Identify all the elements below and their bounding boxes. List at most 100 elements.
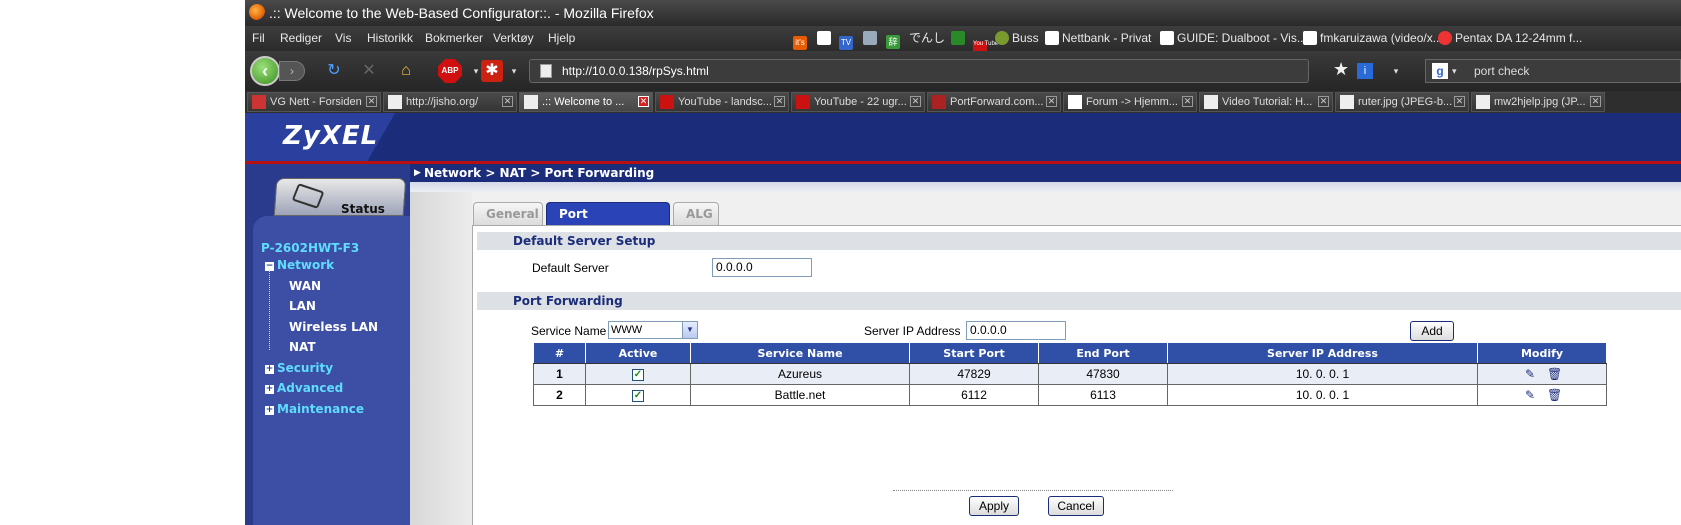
bookmark-star-icon[interactable]: ★ <box>1333 59 1349 80</box>
forward-button[interactable]: › <box>279 61 305 81</box>
menu-rediger[interactable]: Rediger <box>280 26 322 51</box>
tab-port-forwarding[interactable]: Port Forwarding <box>546 202 670 243</box>
expand-icon: + <box>265 405 274 415</box>
edit-icon[interactable]: ✎ <box>1523 388 1537 402</box>
bookmark-youtube[interactable]: You Tube <box>973 26 998 55</box>
bookmark-fmkaruizawa[interactable]: fmkaruizawa (video/x... <box>1303 26 1443 51</box>
browser-tab[interactable]: VG Nett - Forsiden ✕ <box>247 92 381 112</box>
row-end-port: 6113 <box>1038 384 1168 406</box>
window-title-bar: .:: Welcome to the Web-Based Configurato… <box>245 0 1681 26</box>
sidebar-item-lan[interactable]: LAN <box>289 299 316 313</box>
reload-icon[interactable]: ↻ <box>323 60 345 82</box>
tab-alg[interactable]: ALG <box>673 202 719 225</box>
chevron-down-icon[interactable]: ▼ <box>682 322 697 338</box>
home-icon[interactable]: ⌂ <box>395 60 417 82</box>
bookmark-monitor[interactable] <box>863 26 880 51</box>
menu-hjelp[interactable]: Hjelp <box>548 26 575 51</box>
browser-tab[interactable]: ruter.jpg (JPEG-b... ✕ <box>1335 92 1469 112</box>
url-bar[interactable]: http://10.0.0.138/rpSys.html <box>529 59 1309 83</box>
status-label[interactable]: Status <box>341 202 385 216</box>
close-icon[interactable]: ✕ <box>1454 96 1465 107</box>
sidebar-item-security[interactable]: + Security <box>265 361 333 375</box>
bookmark-its[interactable]: it's <box>793 26 810 51</box>
close-icon[interactable]: ✕ <box>502 96 513 107</box>
forum-icon <box>1068 95 1082 109</box>
menu-verktoy[interactable]: Verktøy <box>493 26 534 51</box>
close-icon[interactable]: ✕ <box>1046 96 1057 107</box>
column-header-server-ip: Server IP Address <box>1167 342 1478 364</box>
sidebar-item-wan[interactable]: WAN <box>289 279 321 293</box>
bookmark-pentax[interactable]: Pentax DA 12-24mm f... <box>1438 26 1582 51</box>
row-modify-cell: ✎ 🗑 <box>1477 384 1607 406</box>
close-icon[interactable]: ✕ <box>1318 96 1329 107</box>
browser-tab[interactable]: http://jisho.org/✕ <box>383 92 517 112</box>
sidebar-item-nat[interactable]: NAT <box>289 340 316 354</box>
chevron-down-icon[interactable]: ▾ <box>503 60 525 82</box>
browser-tab[interactable]: YouTube - landsc... ✕ <box>655 92 789 112</box>
bookmark-tv[interactable]: TV <box>839 26 856 51</box>
form-divider <box>893 490 1173 491</box>
row-server-ip: 10. 0. 0. 1 <box>1167 384 1478 406</box>
server-ip-input[interactable]: 0.0.0.0 <box>966 321 1066 340</box>
tab-general[interactable]: General <box>473 202 543 225</box>
sidebar-item-advanced[interactable]: + Advanced <box>265 381 343 395</box>
row-server-ip: 10. 0. 0. 1 <box>1167 363 1478 385</box>
table-row: 1 ✓ Azureus 47829 47830 10. 0. 0. 1 ✎ 🗑 <box>533 363 1607 385</box>
menu-historikk[interactable]: Historikk <box>367 26 413 51</box>
active-checkbox[interactable]: ✓ <box>632 389 644 402</box>
status-button[interactable] <box>273 178 407 216</box>
chevron-down-icon[interactable]: ▾ <box>1385 60 1407 82</box>
browser-tab-active[interactable]: .:: Welcome to ... ✕ <box>519 92 653 112</box>
bookmark-denshi[interactable]: でんし <box>909 26 945 51</box>
browser-tab[interactable]: PortForward.com... ✕ <box>927 92 1061 112</box>
bookmark-page-icon <box>817 31 831 45</box>
browser-tab[interactable]: Video Tutorial: H... ✕ <box>1199 92 1333 112</box>
close-icon[interactable]: ✕ <box>638 96 649 107</box>
browser-tab[interactable]: YouTube - 22 ugr... ✕ <box>791 92 925 112</box>
google-icon: g <box>1432 63 1448 79</box>
search-input[interactable]: g ▾ port check <box>1425 59 1681 83</box>
bookmark-buss[interactable]: Buss <box>995 26 1039 51</box>
trash-icon[interactable]: 🗑 <box>1547 367 1562 381</box>
bookmark-icon-2[interactable] <box>817 26 834 51</box>
bookmark-guide-dualboot[interactable]: GUIDE: Dualboot - Vis... <box>1160 26 1307 51</box>
sidebar-item-network[interactable]: − Network <box>265 258 334 272</box>
column-header-active: Active <box>585 342 691 364</box>
menu-fil[interactable]: Fil <box>252 26 265 51</box>
stop-icon[interactable]: ✕ <box>358 60 380 82</box>
default-server-input[interactable]: 0.0.0.0 <box>712 258 812 277</box>
service-name-select[interactable]: WWW ▼ <box>608 321 698 339</box>
addon-icon[interactable]: ✱ <box>481 60 503 82</box>
page-icon <box>1204 95 1218 109</box>
menu-vis[interactable]: Vis <box>335 26 351 51</box>
row-active-cell: ✓ <box>585 384 691 406</box>
edit-icon[interactable]: ✎ <box>1523 367 1537 381</box>
browser-tab[interactable]: mw2hjelp.jpg (JP... ✕ <box>1471 92 1605 112</box>
close-icon[interactable]: ✕ <box>774 96 785 107</box>
cancel-button[interactable]: Cancel <box>1048 496 1104 516</box>
apply-button[interactable]: Apply <box>969 496 1019 516</box>
bookmark-nettbank[interactable]: Nettbank - Privat <box>1045 26 1151 51</box>
close-icon[interactable]: ✕ <box>366 96 377 107</box>
portforward-icon <box>932 95 946 109</box>
menu-bokmerker[interactable]: Bokmerker <box>425 26 483 51</box>
browser-tab[interactable]: Forum -> Hjemm... ✕ <box>1063 92 1197 112</box>
bookmark-ji[interactable]: 辞 <box>886 26 903 51</box>
adblock-plus-icon[interactable]: ABP <box>438 59 462 83</box>
close-icon[interactable]: ✕ <box>1182 96 1193 107</box>
close-icon[interactable]: ✕ <box>1590 96 1601 107</box>
info-icon[interactable]: i <box>1357 63 1373 79</box>
navigation-toolbar: ‹ › ↻ ✕ ⌂ ABP ▾ ✱ ▾ http://10.0.0.138/rp… <box>245 51 1681 91</box>
close-icon[interactable]: ✕ <box>910 96 921 107</box>
sidebar-item-wireless-lan[interactable]: Wireless LAN <box>289 320 378 334</box>
column-header-start-port: Start Port <box>909 342 1039 364</box>
browser-tabs: VG Nett - Forsiden ✕ http://jisho.org/✕ .… <box>245 91 1681 113</box>
active-checkbox[interactable]: ✓ <box>632 368 644 381</box>
router-content: ▶ Network > NAT > Port Forwarding Genera… <box>410 164 1681 525</box>
back-button[interactable]: ‹ <box>250 56 280 86</box>
sidebar-item-maintenance[interactable]: + Maintenance <box>265 402 364 416</box>
add-button[interactable]: Add <box>1410 321 1454 341</box>
trash-icon[interactable]: 🗑 <box>1547 388 1562 402</box>
port-forwarding-table: # Active Service Name Start Port End Por… <box>533 342 1607 406</box>
bookmark-clover[interactable] <box>951 26 968 51</box>
